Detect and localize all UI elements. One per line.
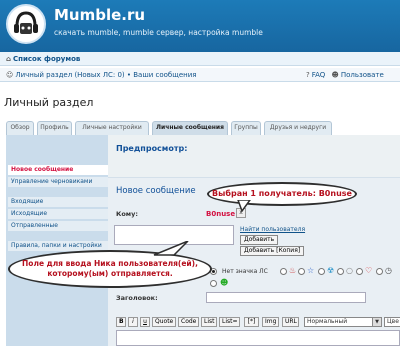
tab-groups[interactable]: Группы <box>231 121 261 135</box>
quote-button[interactable]: Quote <box>152 317 176 327</box>
user-nav-bar: ☺ Личный раздел (Новых ЛС: 0) • Ваши сооб… <box>0 68 400 82</box>
chevron-down-icon: ▼ <box>372 318 381 326</box>
find-user-link[interactable]: Найти пользователя <box>240 226 305 233</box>
preview-title: Предпросмотр: <box>116 144 188 153</box>
tab-personal-settings[interactable]: Личные настройки <box>75 121 149 135</box>
no-icon-label: Нет значка ЛС <box>222 268 268 275</box>
forum-list-label: Список форумов <box>13 55 81 63</box>
sidebar-item-new-message[interactable]: Новое сообщение <box>8 165 108 175</box>
sidebar: Новое сообщение Управление черновиками В… <box>6 135 108 346</box>
sidebar-item-drafts[interactable]: Управление черновиками <box>8 177 108 187</box>
radio-icon-7[interactable] <box>210 280 217 287</box>
page-title: Личный раздел <box>4 96 94 109</box>
radio-icon-6[interactable] <box>376 268 383 275</box>
callout-pointer-icon <box>153 241 189 256</box>
list-button[interactable]: List <box>201 317 217 327</box>
add-bcc-button[interactable]: Добавить [Копия] <box>240 246 305 256</box>
clock-icon: ◷ <box>385 266 392 275</box>
callout-pointer-icon <box>237 200 251 212</box>
site-title[interactable]: Mumble.ru <box>54 6 145 24</box>
img-button[interactable]: Img <box>262 317 279 327</box>
user-links: ? FAQ ☻ Пользовате <box>306 71 384 79</box>
user-icon: ☺ <box>6 71 14 79</box>
preview-box <box>108 135 400 177</box>
list-item-button[interactable]: [*] <box>244 317 259 327</box>
forum-nav-bar: ⌂ Список форумов <box>0 52 400 66</box>
compose-section-title: Новое сообщение <box>116 186 196 196</box>
add-button[interactable]: Добавить <box>240 235 279 245</box>
to-label: Кому: <box>116 210 138 218</box>
private-section-link[interactable]: ☺ Личный раздел (Новых ЛС: 0) • Ваши сооб… <box>6 71 196 79</box>
radio-icon-4[interactable] <box>337 268 344 275</box>
radio-icon-2[interactable] <box>298 268 305 275</box>
font-color-select[interactable]: Цве <box>384 317 400 327</box>
sidebar-item-outbox[interactable]: Исходящие <box>8 209 108 219</box>
users-icon: ☻ <box>331 71 339 79</box>
fire-icon: ♨ <box>289 266 297 275</box>
recipient-name[interactable]: B0nuse <box>206 210 235 218</box>
tab-friends-foes[interactable]: Друзья и недруги <box>264 121 332 135</box>
tab-private-messages[interactable]: Личные сообщения <box>152 121 228 135</box>
tab-profile[interactable]: Профиль <box>37 121 72 135</box>
font-size-value: Нормальный <box>307 318 348 325</box>
italic-button[interactable]: i <box>128 317 138 327</box>
smiley-icon: ☻ <box>220 278 229 287</box>
tab-overview[interactable]: Обзор <box>6 121 34 135</box>
callout-selected-recipient: Выбран 1 получатель: B0nuse <box>207 182 357 206</box>
url-button[interactable]: URL <box>282 317 299 327</box>
bold-button[interactable]: B <box>116 317 126 327</box>
sidebar-item-inbox[interactable]: Входящие <box>8 197 108 207</box>
circle-icon: ○ <box>346 266 353 275</box>
message-textarea[interactable] <box>116 330 400 346</box>
subject-label: Заголовок: <box>116 294 158 302</box>
star-icon: ☆ <box>307 266 315 275</box>
site-header: Mumble.ru скачать mumble, mumble сервер,… <box>0 0 400 52</box>
radioactive-icon: ☢ <box>327 266 335 275</box>
home-icon: ⌂ <box>6 55 12 63</box>
site-description: скачать mumble, mumble сервер, настройка… <box>54 28 263 37</box>
sidebar-item-sent[interactable]: Отправленные <box>8 221 108 231</box>
help-icon: ? <box>306 71 310 79</box>
users-link[interactable]: Пользовате <box>341 71 384 79</box>
faq-link[interactable]: FAQ <box>312 71 326 79</box>
list-numbered-button[interactable]: List= <box>219 317 240 327</box>
radio-icon-5[interactable] <box>356 268 363 275</box>
mumble-logo-icon[interactable] <box>6 4 46 44</box>
heart-icon: ♡ <box>365 266 373 275</box>
callout-input-hint-line2: которому(ым) отправляется. <box>47 269 173 278</box>
forum-list-link[interactable]: ⌂ Список форумов <box>6 55 80 63</box>
private-section-label: Личный раздел (Новых ЛС: 0) • Ваши сообщ… <box>15 71 197 79</box>
radio-icon-1[interactable] <box>280 268 287 275</box>
font-size-select[interactable]: Нормальный ▼ <box>304 317 382 327</box>
radio-icon-3[interactable] <box>318 268 325 275</box>
underline-button[interactable]: u <box>140 317 150 327</box>
callout-input-hint-line1: Поле для ввода Ника пользователя(ей), <box>22 259 198 268</box>
subject-input[interactable] <box>206 292 366 303</box>
code-button[interactable]: Code <box>178 317 199 327</box>
